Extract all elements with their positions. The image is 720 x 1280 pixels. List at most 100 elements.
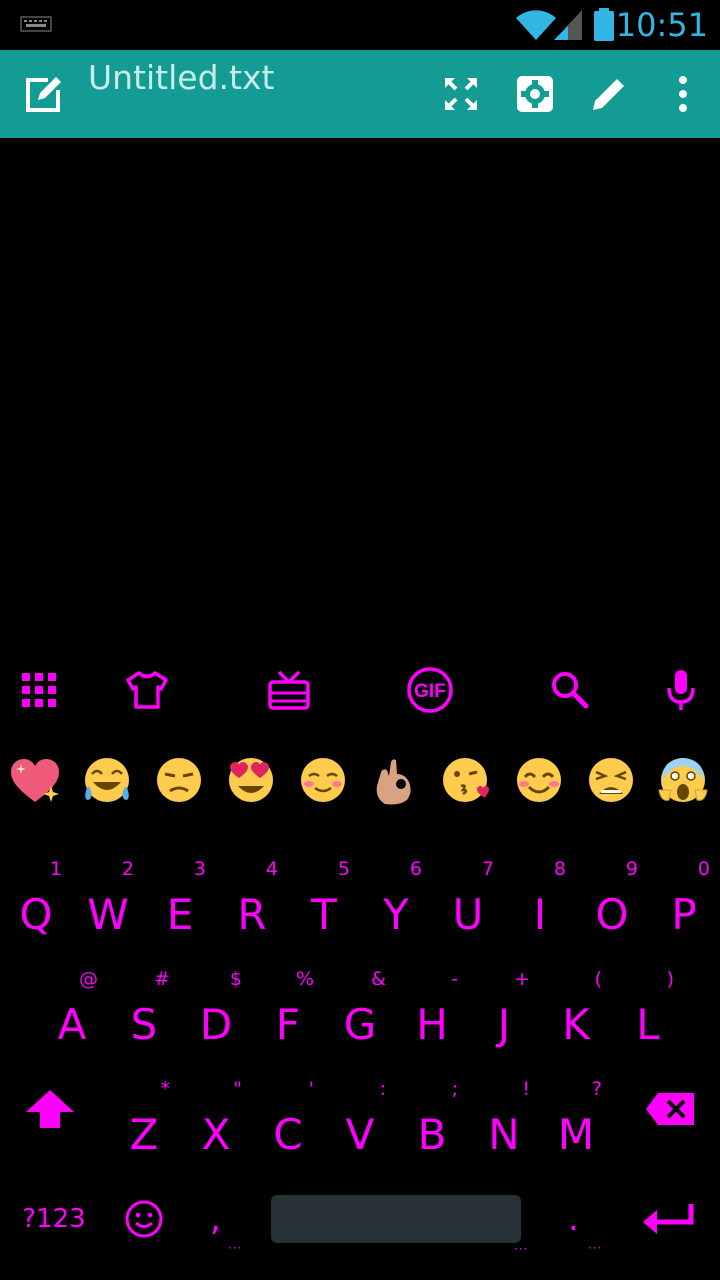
- key-j[interactable]: + J: [468, 960, 540, 1070]
- key-label: N: [488, 1110, 520, 1159]
- key-k[interactable]: (K: [540, 960, 612, 1070]
- key-label: D: [199, 1000, 233, 1049]
- key-hint: ;: [451, 1078, 458, 1100]
- ok-hand-icon: [376, 759, 411, 805]
- key-hint: @: [79, 968, 98, 990]
- key-d[interactable]: $ D: [180, 960, 252, 1070]
- key-label: P: [671, 890, 697, 939]
- key-s[interactable]: # S: [108, 960, 180, 1070]
- key-y[interactable]: 6Y: [360, 850, 432, 960]
- key-label: J: [497, 1000, 511, 1049]
- shift-key[interactable]: [14, 1070, 86, 1148]
- key-hint: (: [594, 968, 602, 990]
- symbols-key[interactable]: ?123: [14, 1195, 94, 1243]
- text-editor-area[interactable]: [0, 138, 720, 660]
- period-key[interactable]: . ···: [552, 1185, 608, 1255]
- edit-button[interactable]: [585, 70, 633, 118]
- key-x[interactable]: " X: [180, 1070, 252, 1180]
- enter-key[interactable]: [632, 1195, 704, 1243]
- key-a[interactable]: @ A: [36, 960, 108, 1070]
- key-hint: 8: [553, 858, 566, 880]
- emoji-ok-hand[interactable]: [367, 752, 423, 808]
- key-w[interactable]: 2W: [72, 850, 144, 960]
- key-label: E: [166, 890, 194, 939]
- comma-key[interactable]: , ···: [192, 1185, 248, 1255]
- key-q[interactable]: 1Q: [0, 850, 72, 960]
- key-label: A: [57, 1000, 87, 1049]
- new-file-button[interactable]: [20, 70, 68, 118]
- comma-more-indicator: ···: [228, 1241, 243, 1255]
- settings-button[interactable]: [511, 70, 559, 118]
- key-label: M: [557, 1110, 595, 1159]
- key-e[interactable]: 3E: [144, 850, 216, 960]
- key-label: Q: [19, 890, 53, 939]
- apps-grid-button[interactable]: [11, 664, 67, 716]
- key-label: K: [562, 1000, 590, 1049]
- battery-icon: [594, 8, 614, 41]
- key-v[interactable]: :V: [324, 1070, 396, 1180]
- heart-eyes-icon: [229, 758, 273, 802]
- emoji-weary[interactable]: [583, 752, 639, 808]
- emoji-heart-eyes[interactable]: [223, 752, 279, 808]
- emoji-screaming[interactable]: [655, 752, 711, 808]
- key-b[interactable]: ; B: [396, 1070, 468, 1180]
- tears-of-joy-icon: [85, 758, 129, 802]
- key-label: G: [343, 1000, 377, 1049]
- search-button[interactable]: [542, 664, 598, 716]
- signal-icon: [554, 10, 582, 40]
- key-i[interactable]: 8I: [504, 850, 576, 960]
- voice-input-button[interactable]: [653, 664, 709, 716]
- key-label: Y: [383, 890, 409, 939]
- key-n[interactable]: ! N: [468, 1070, 540, 1180]
- emoji-smiling-blush[interactable]: [295, 752, 351, 808]
- key-hint: ': [308, 1078, 314, 1100]
- gif-label: GIF: [414, 681, 446, 702]
- key-label: O: [595, 890, 629, 939]
- key-label: T: [311, 890, 337, 939]
- backspace-key[interactable]: [634, 1070, 706, 1148]
- key-h[interactable]: -H: [396, 960, 468, 1070]
- key-z[interactable]: * Z: [108, 1070, 180, 1180]
- key-hint: 6: [409, 858, 422, 880]
- fullscreen-button[interactable]: [437, 70, 485, 118]
- key-p[interactable]: 0P: [648, 850, 720, 960]
- status-time: 10:51: [615, 6, 708, 44]
- key-t[interactable]: 5T: [288, 850, 360, 960]
- key-r[interactable]: 4R: [216, 850, 288, 960]
- emoji-unamused[interactable]: [151, 752, 207, 808]
- key-label: U: [452, 890, 484, 939]
- relaxed-face-icon: [301, 758, 345, 802]
- key-c[interactable]: ' C: [252, 1070, 324, 1180]
- key-l[interactable]: ) L: [612, 960, 684, 1070]
- emoji-kissing-heart[interactable]: [439, 752, 495, 808]
- overflow-menu-button[interactable]: [659, 70, 707, 118]
- gift-button[interactable]: [261, 664, 317, 716]
- key-hint: #: [154, 968, 170, 990]
- key-label: X: [201, 1110, 231, 1159]
- key-o[interactable]: 9O: [576, 850, 648, 960]
- key-hint: 2: [121, 858, 134, 880]
- gif-icon: GIF: [407, 667, 453, 713]
- key-hint: 7: [481, 858, 494, 880]
- emoji-tears-of-joy[interactable]: [79, 752, 135, 808]
- file-title[interactable]: Untitled.txt: [88, 58, 274, 97]
- key-u[interactable]: 7U: [432, 850, 504, 960]
- emoji-key[interactable]: [118, 1195, 170, 1243]
- key-hint: +: [514, 968, 530, 990]
- symbols-label: ?123: [22, 1204, 86, 1234]
- period-label: .: [568, 1199, 579, 1239]
- key-label: R: [237, 890, 267, 939]
- shift-arrow-icon: [26, 1090, 74, 1128]
- key-f[interactable]: % F: [252, 960, 324, 1070]
- key-g[interactable]: & G: [324, 960, 396, 1070]
- gif-button[interactable]: GIF: [402, 664, 458, 716]
- key-hint: 5: [337, 858, 350, 880]
- themes-button[interactable]: [119, 664, 175, 716]
- key-label: F: [275, 1000, 301, 1049]
- emoji-sparkling-heart[interactable]: [7, 752, 63, 808]
- space-key[interactable]: [271, 1195, 521, 1243]
- smiley-icon: [125, 1200, 163, 1238]
- emoji-smiling-eyes[interactable]: [511, 752, 567, 808]
- key-m[interactable]: ? M: [540, 1070, 612, 1180]
- keyboard: GIF 1 Q 2 W 3 E 4 R 5 T 6 Y 7 U 8 I 9 O …: [0, 660, 720, 1280]
